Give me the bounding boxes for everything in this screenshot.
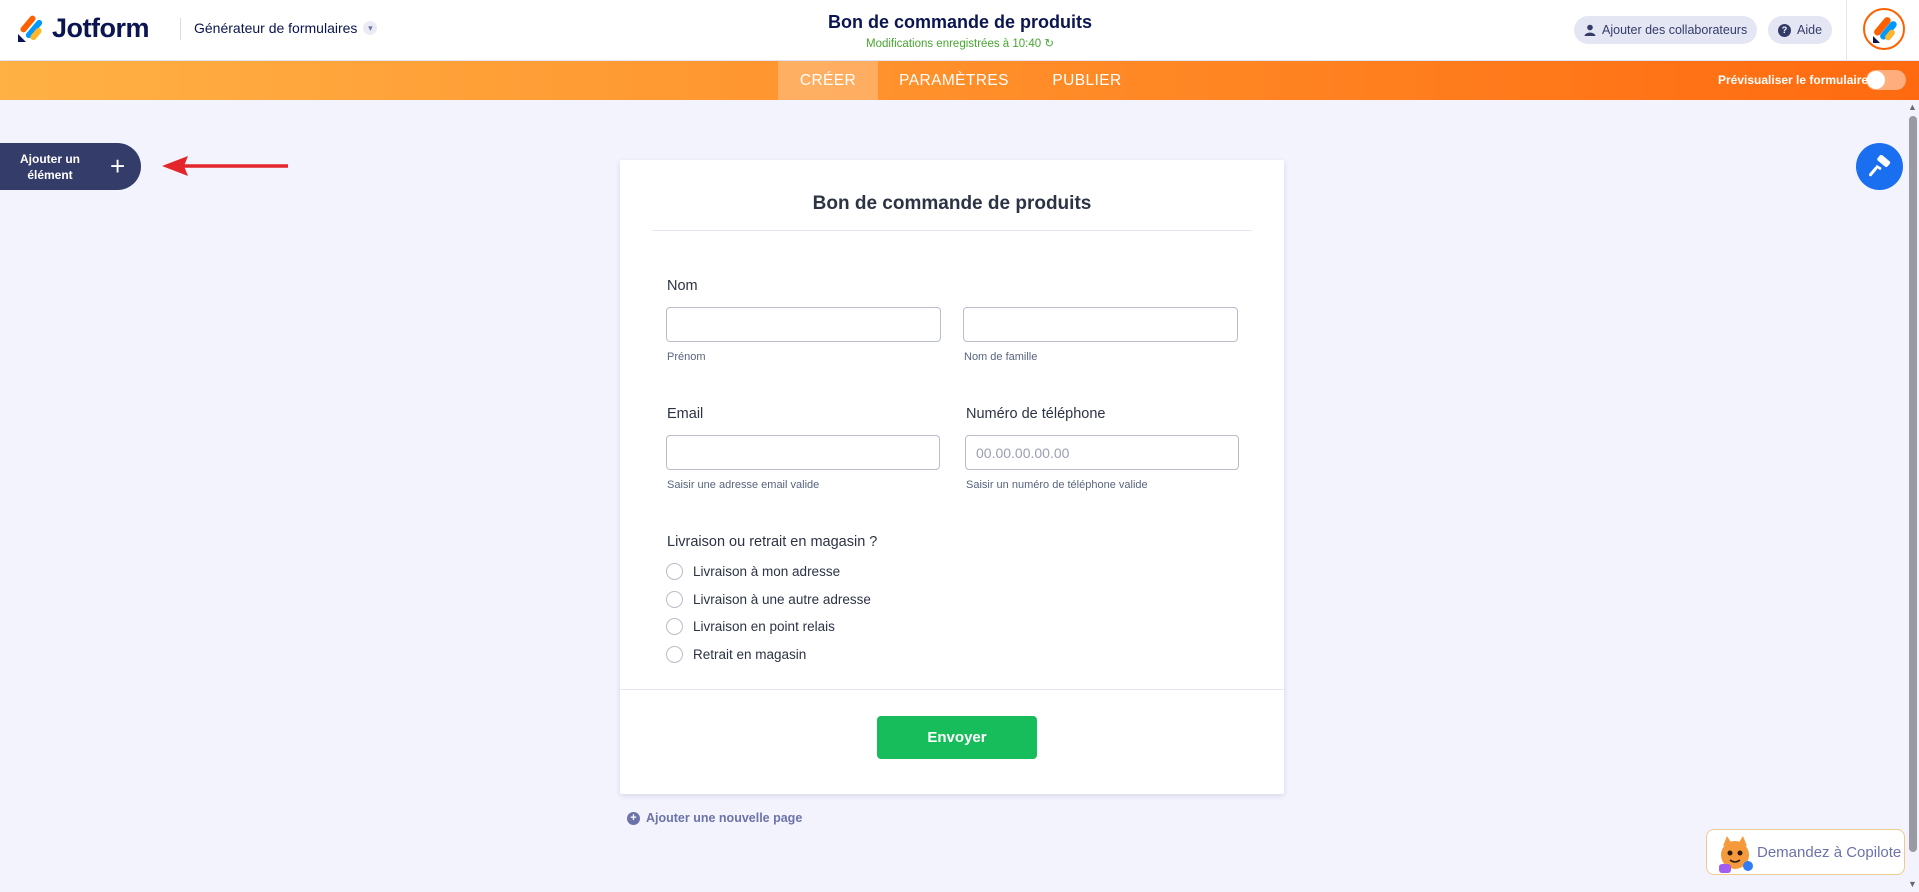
add-element-label: Ajouter un élément [12, 151, 88, 183]
name-label: Nom [667, 278, 698, 294]
logo-wordmark: Jotform [52, 12, 150, 43]
chevron-down-icon: ▾ [363, 21, 378, 35]
copilot-label: Demandez à Copilote [1757, 844, 1902, 861]
tab-settings-label: PARAMÈTRES [899, 71, 1009, 89]
last-name-sublabel: Nom de famille [964, 351, 1038, 363]
submit-button[interactable]: Envoyer [877, 716, 1037, 759]
scroll-up-icon[interactable]: ▲ [1908, 102, 1917, 112]
builder-dropdown-label: Générateur de formulaires [194, 20, 358, 36]
phone-placeholder: 00.00.00.00.00 [976, 444, 1070, 461]
email-label: Email [667, 406, 704, 422]
radio-button[interactable] [666, 646, 683, 663]
radio-option-label: Livraison à une autre adresse [693, 592, 871, 607]
red-arrow-annotation [162, 156, 288, 176]
jotform-logo[interactable]: Jotform [16, 12, 150, 44]
copilot-avatar-icon [1719, 836, 1753, 873]
email-sublabel: Saisir une adresse email valide [667, 479, 820, 491]
header-divider [180, 18, 181, 40]
radio-option-label: Retrait en magasin [693, 647, 807, 662]
preview-label: Prévisualiser le formulaire [1718, 73, 1869, 87]
add-page-label: Ajouter une nouvelle page [646, 811, 803, 825]
last-name-input[interactable] [963, 307, 1238, 342]
user-icon [1584, 24, 1596, 36]
tab-settings[interactable]: PARAMÈTRES [890, 61, 1018, 100]
form-designer-button[interactable] [1856, 143, 1903, 190]
plus-circle-icon: + [627, 811, 640, 825]
avatar[interactable] [1863, 8, 1905, 50]
save-status-text: Modifications enregistrées à 10:40 [866, 38, 1042, 50]
radio-option[interactable]: Retrait en magasin [666, 646, 806, 663]
form-card: Bon de commande de produits Nom Prénom N… [620, 160, 1284, 794]
email-input[interactable] [666, 435, 940, 470]
tab-create[interactable]: CRÉER [778, 61, 878, 100]
phone-sublabel: Saisir un numéro de téléphone valide [966, 479, 1148, 491]
form-heading[interactable]: Bon de commande de produits [652, 193, 1252, 215]
preview-toggle[interactable] [1866, 70, 1906, 90]
add-element-button[interactable]: Ajouter un élément + [0, 143, 141, 190]
jotform-logo-icon [16, 12, 44, 44]
add-element-label-line2: élément [27, 168, 73, 182]
scroll-down-icon[interactable]: ▼ [1908, 879, 1917, 889]
radio-button[interactable] [666, 591, 683, 608]
paint-roller-icon [1868, 154, 1890, 176]
help-button[interactable]: ? Aide [1768, 16, 1833, 44]
add-collaborators-label: Ajouter des collaborateurs [1602, 23, 1748, 37]
delivery-label: Livraison ou retrait en magasin ? [667, 534, 878, 550]
tab-publish-label: PUBLIER [1052, 71, 1122, 89]
radio-button[interactable] [666, 563, 683, 580]
add-element-label-line1: Ajouter un [20, 152, 80, 166]
copilot-button[interactable]: Demandez à Copilote [1706, 829, 1905, 875]
radio-option-label: Livraison en point relais [693, 619, 835, 634]
form-title-block: Bon de commande de produits Modification… [760, 12, 1160, 50]
radio-option[interactable]: Livraison en point relais [666, 618, 835, 635]
header-form-title[interactable]: Bon de commande de produits [760, 12, 1160, 33]
save-status: Modifications enregistrées à 10:40 ↻ [760, 36, 1160, 50]
tab-create-label: CRÉER [799, 71, 857, 89]
first-name-input[interactable] [666, 307, 941, 342]
phone-input[interactable]: 00.00.00.00.00 [965, 435, 1239, 470]
phone-label: Numéro de téléphone [966, 406, 1106, 422]
plus-icon: + [110, 151, 126, 181]
help-icon: ? [1778, 23, 1791, 37]
tab-publish[interactable]: PUBLIER [1040, 61, 1134, 100]
builder-dropdown[interactable]: Générateur de formulaires ▾ [194, 20, 378, 36]
add-page-button[interactable]: + Ajouter une nouvelle page [627, 811, 802, 825]
top-header: Jotform Générateur de formulaires ▾ Bon … [0, 0, 1919, 61]
radio-option[interactable]: Livraison à une autre adresse [666, 591, 871, 608]
add-collaborators-button[interactable]: Ajouter des collaborateurs [1574, 16, 1758, 44]
header-separator [1846, 0, 1847, 61]
builder-nav: CRÉER PARAMÈTRES PUBLIER Prévisualiser l… [0, 61, 1919, 100]
radio-option[interactable]: Livraison à mon adresse [666, 563, 840, 580]
radio-button[interactable] [666, 618, 683, 635]
help-label: Aide [1797, 23, 1823, 37]
scrollbar-thumb[interactable] [1909, 116, 1917, 852]
heading-divider [652, 230, 1252, 231]
refresh-icon: ↻ [1044, 38, 1054, 50]
radio-option-label: Livraison à mon adresse [693, 564, 841, 579]
footer-divider [620, 689, 1284, 690]
avatar-logo-icon [1873, 17, 1897, 43]
submit-label: Envoyer [927, 729, 987, 746]
first-name-sublabel: Prénom [667, 351, 706, 363]
